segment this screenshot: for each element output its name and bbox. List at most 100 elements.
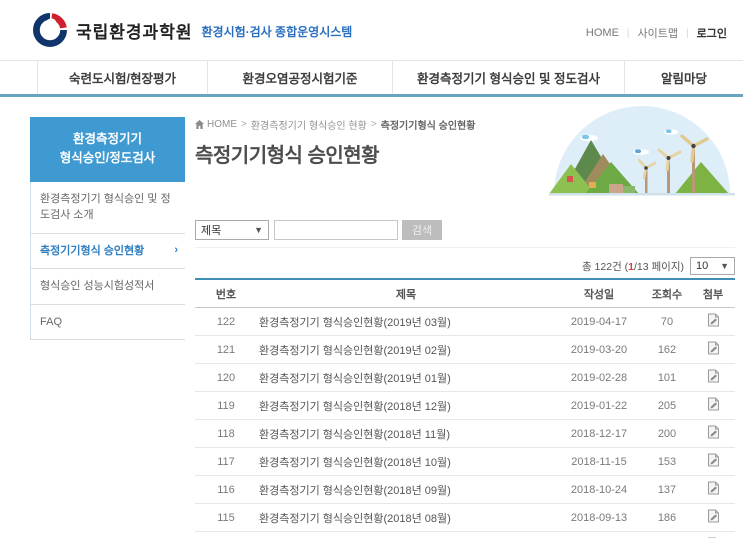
row-date: 2019-03-20: [555, 335, 643, 364]
nav-item-pollution-test-standard[interactable]: 환경오염공정시험기준: [208, 61, 393, 94]
table-row: 119 환경측정기기 형식승인현황(2018년 12월) 2019-01-22 …: [195, 391, 735, 420]
table-row: 120 환경측정기기 형식승인현황(2019년 01월) 2019-02-28 …: [195, 363, 735, 392]
row-number: 114: [195, 531, 257, 538]
home-icon: [195, 120, 204, 129]
logo[interactable]: 국립환경과학원 환경시험·검사 종합운영시스템: [33, 13, 352, 47]
row-date: 2019-01-22: [555, 391, 643, 420]
row-date: 2018-08-17: [555, 531, 643, 538]
nav-item-proficiency-test[interactable]: 숙련도시험/현장평가: [38, 61, 208, 94]
row-views: 200: [643, 419, 691, 448]
page-title: 측정기기형식 승인현황: [195, 145, 380, 167]
attachment-icon[interactable]: [707, 313, 720, 327]
attachment-icon[interactable]: [707, 453, 720, 467]
row-title-link[interactable]: 환경측정기기 형식승인현황(2019년 02월): [257, 335, 555, 364]
sidebar-item-performance-report[interactable]: 형식승인 성능시험성적서: [31, 269, 185, 305]
search-input[interactable]: [274, 220, 398, 240]
row-number: 122: [195, 307, 257, 336]
attachment-icon[interactable]: [707, 369, 720, 383]
row-date: 2019-04-17: [555, 307, 643, 336]
row-number: 120: [195, 363, 257, 392]
separator: |: [686, 27, 689, 39]
sidebar-item-intro[interactable]: 환경측정기기 형식승인 및 정도검사 소개: [31, 182, 185, 234]
table-header-row: 번호 제목 작성일 조회수 첨부: [195, 279, 735, 308]
system-name: 환경시험·검사 종합운영시스템: [201, 25, 353, 39]
chevron-down-icon: ▼: [720, 261, 729, 271]
row-title-link[interactable]: 환경측정기기 형식승인현황(2018년 12월): [257, 391, 555, 420]
chevron-right-icon: ›: [174, 244, 178, 257]
utility-link-sitemap[interactable]: 사이트맵: [638, 25, 678, 41]
row-title-link[interactable]: 환경측정기기 형식승인현황(2018년 10월): [257, 447, 555, 476]
site-name: 국립환경과학원: [76, 22, 193, 42]
row-title-link[interactable]: 환경측정기기 형식승인현황(2019년 01월): [257, 363, 555, 392]
col-attachment: 첨부: [691, 279, 735, 308]
search-category-select[interactable]: 제목 ▼: [195, 220, 269, 240]
row-views: 205: [643, 391, 691, 420]
search-button[interactable]: 검색: [402, 220, 442, 240]
row-number: 119: [195, 391, 257, 420]
row-number: 121: [195, 335, 257, 364]
col-title: 제목: [257, 279, 555, 308]
row-date: 2018-09-13: [555, 503, 643, 532]
row-views: 162: [643, 335, 691, 364]
col-number: 번호: [195, 279, 257, 308]
row-views: 153: [643, 447, 691, 476]
sidebar-menu: 환경측정기기 형식승인 및 정도검사 소개 측정기기형식 승인현황 › 형식승인 성능…: [30, 181, 185, 341]
separator: >: [370, 119, 377, 130]
attachment-icon[interactable]: [707, 397, 720, 411]
table-row: 121 환경측정기기 형식승인현황(2019년 02월) 2019-03-20 …: [195, 335, 735, 364]
row-number: 115: [195, 503, 257, 532]
row-views: 137: [643, 531, 691, 538]
sidebar-item-approval-status[interactable]: 측정기기형식 승인현황 ›: [31, 234, 185, 270]
row-title-link[interactable]: 환경측정기기 형식승인현황(2018년 07월): [257, 531, 555, 538]
row-date: 2019-02-28: [555, 363, 643, 392]
utility-link-login[interactable]: 로그인: [697, 25, 727, 41]
col-views: 조회수: [643, 279, 691, 308]
nav-spacer: [0, 61, 38, 94]
row-number: 118: [195, 419, 257, 448]
breadcrumb-item[interactable]: 환경측정기기 형식승인 현황: [251, 117, 367, 132]
separator: |: [626, 27, 630, 39]
row-title-link[interactable]: 환경측정기기 형식승인현황(2018년 11월): [257, 419, 555, 448]
breadcrumb: HOME > 환경측정기기 형식승인 현황 > 측정기기형식 승인현황: [195, 117, 735, 132]
table-row: 114 환경측정기기 형식승인현황(2018년 07월) 2018-08-17 …: [195, 531, 735, 538]
row-date: 2018-10-24: [555, 475, 643, 504]
sidebar-item-faq[interactable]: FAQ: [31, 305, 185, 341]
row-number: 117: [195, 447, 257, 476]
row-views: 137: [643, 475, 691, 504]
attachment-icon[interactable]: [707, 481, 720, 495]
nav-item-type-approval[interactable]: 환경측정기기 형식승인 및 정도검사: [393, 61, 625, 94]
site-header: 국립환경과학원 환경시험·검사 종합운영시스템 HOME | 사이트맵 | 로그인: [0, 0, 743, 60]
search-category-value: 제목: [201, 225, 222, 237]
main-nav: 숙련도시험/현장평가 환경오염공정시험기준 환경측정기기 형식승인 및 정도검사 알림…: [0, 60, 743, 97]
row-title-link[interactable]: 환경측정기기 형식승인현황(2018년 08월): [257, 503, 555, 532]
search-bar: 제목 ▼ 검색: [195, 220, 735, 248]
breadcrumb-item: 측정기기형식 승인현황: [380, 121, 476, 132]
attachment-icon[interactable]: [707, 425, 720, 439]
row-title-link[interactable]: 환경측정기기 형식승인현황(2018년 09월): [257, 475, 555, 504]
row-views: 186: [643, 503, 691, 532]
attachment-icon[interactable]: [707, 509, 720, 523]
separator: >: [241, 119, 247, 130]
nav-item-notice[interactable]: 알림마당: [625, 61, 743, 94]
utility-link-home[interactable]: HOME: [586, 27, 619, 39]
row-number: 116: [195, 475, 257, 504]
table-row: 117 환경측정기기 형식승인현황(2018년 10월) 2018-11-15 …: [195, 447, 735, 476]
chevron-down-icon: ▼: [254, 225, 263, 235]
row-date: 2018-11-15: [555, 447, 643, 476]
content-area: 환경측정기기 형식승인/정도검사 환경측정기기 형식승인 및 정도검사 소개 측정…: [0, 97, 743, 538]
main-content: HOME > 환경측정기기 형식승인 현황 > 측정기기형식 승인현황 측정기기형식 승…: [195, 106, 735, 538]
row-title-link[interactable]: 환경측정기기 형식승인현황(2019년 03월): [257, 307, 555, 336]
board-table: 번호 제목 작성일 조회수 첨부 122 환경측정기기 형식승인현황(2019년…: [195, 278, 735, 538]
sidebar: 환경측정기기 형식승인/정도검사 환경측정기기 형식승인 및 정도검사 소개 측정…: [30, 117, 185, 538]
total-count: 총 122건 (1/13 페이지): [581, 260, 684, 273]
table-row: 118 환경측정기기 형식승인현황(2018년 11월) 2018-12-17 …: [195, 419, 735, 448]
sidebar-title: 환경측정기기 형식승인/정도검사: [30, 117, 185, 182]
utility-nav: HOME | 사이트맵 | 로그인: [586, 25, 727, 41]
table-row: 115 환경측정기기 형식승인현황(2018년 08월) 2018-09-13 …: [195, 503, 735, 532]
breadcrumb-item[interactable]: HOME: [207, 119, 237, 130]
attachment-icon[interactable]: [707, 341, 720, 355]
page-size-select[interactable]: 10 ▼: [690, 257, 735, 275]
table-row: 122 환경측정기기 형식승인현황(2019년 03월) 2019-04-17 …: [195, 307, 735, 336]
row-views: 101: [643, 363, 691, 392]
page-size-value: 10: [696, 260, 709, 272]
